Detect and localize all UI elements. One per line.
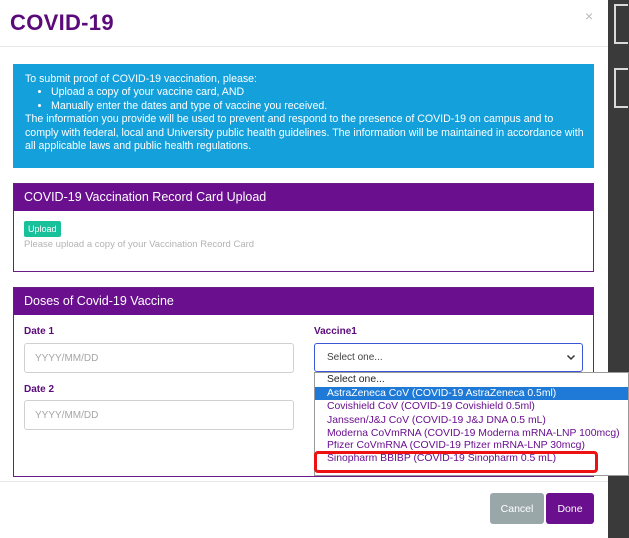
info-step: Manually enter the dates and type of vac… [51, 100, 584, 113]
footer-divider [0, 481, 608, 482]
vaccine1-select-value: Select one... [327, 352, 383, 363]
vaccine1-select[interactable]: Select one... [314, 343, 583, 372]
upload-button[interactable]: Upload [24, 221, 61, 237]
vaccine1-label: Vaccine1 [314, 326, 357, 337]
close-icon[interactable]: × [585, 8, 593, 24]
date1-input[interactable] [24, 343, 294, 373]
info-body: The information you provide will be used… [25, 113, 584, 153]
header-divider [0, 46, 608, 47]
option-astrazeneca[interactable]: AstraZeneca CoV (COVID-19 AstraZeneca 0.… [315, 386, 628, 401]
option-moderna[interactable]: Moderna CoVmRNA (COVID-19 Moderna mRNA-L… [315, 427, 628, 441]
upload-panel: COVID-19 Vaccination Record Card Upload … [13, 183, 594, 272]
info-step: Upload a copy of your vaccine card, AND [51, 86, 584, 99]
info-banner: To submit proof of COVID-19 vaccination,… [13, 64, 594, 168]
option-select-one[interactable]: Select one... [315, 373, 628, 387]
backdrop-shape [614, 68, 628, 108]
done-button[interactable]: Done [546, 493, 594, 524]
date2-input[interactable] [24, 400, 294, 430]
info-steps: Upload a copy of your vaccine card, AND … [25, 86, 584, 113]
date1-label: Date 1 [24, 326, 55, 337]
highlight-box [314, 451, 598, 473]
date2-label: Date 2 [24, 384, 55, 395]
upload-hint: Please upload a copy of your Vaccination… [24, 239, 255, 250]
upload-panel-title: COVID-19 Vaccination Record Card Upload [14, 184, 593, 211]
option-janssen[interactable]: Janssen/J&J CoV (COVID-19 J&J DNA 0.5 mL… [315, 414, 628, 428]
cancel-button[interactable]: Cancel [490, 493, 544, 524]
doses-panel-title: Doses of Covid-19 Vaccine [14, 288, 593, 315]
info-intro: To submit proof of COVID-19 vaccination,… [25, 73, 257, 85]
modal-title: COVID-19 [10, 10, 114, 35]
option-covishield[interactable]: Covishield CoV (COVID-19 Covishield 0.5m… [315, 400, 628, 414]
backdrop-shape [614, 4, 628, 44]
